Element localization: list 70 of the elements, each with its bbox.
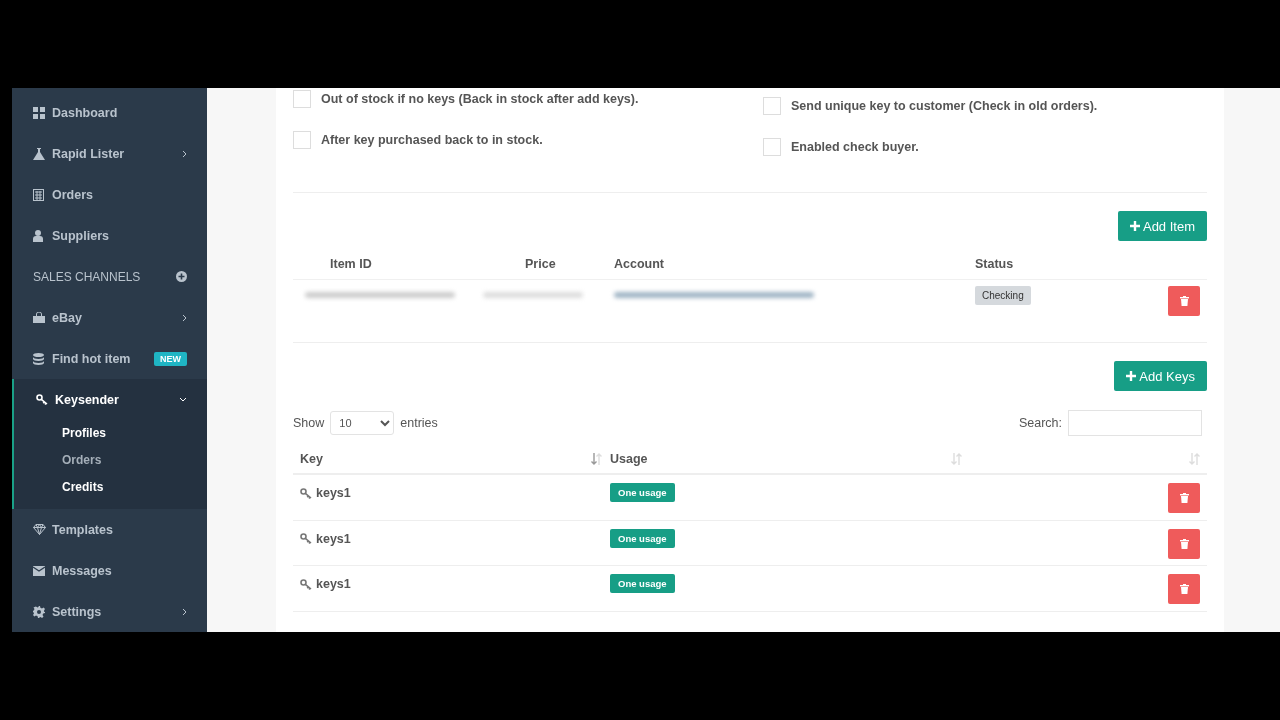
grid-icon — [33, 106, 45, 119]
delete-button[interactable] — [1168, 286, 1200, 316]
settings-icon — [33, 605, 45, 618]
submenu-item[interactable]: Orders — [14, 447, 207, 474]
checkbox[interactable] — [293, 131, 311, 149]
option-label: Send unique key to customer (Check in old orders). — [791, 98, 1098, 113]
usage-badge: One usage — [610, 574, 675, 593]
envelope-icon — [33, 565, 45, 576]
checkbox[interactable] — [293, 90, 311, 108]
entries-label: entries — [400, 416, 438, 430]
sidebar-item[interactable]: Dashboard — [12, 92, 207, 133]
sidebar-item[interactable]: Find hot item NEW — [12, 338, 207, 379]
sort-icon[interactable] — [591, 453, 602, 465]
key-icon — [300, 487, 312, 499]
delete-button[interactable] — [1168, 483, 1200, 513]
delete-button[interactable] — [1168, 528, 1200, 559]
key-icon — [300, 533, 312, 544]
delete-button[interactable] — [1168, 574, 1200, 604]
sort-icon[interactable] — [951, 453, 962, 465]
trash-icon — [1179, 493, 1189, 503]
sort-icon[interactable] — [1189, 453, 1200, 465]
plus-icon — [1126, 371, 1137, 381]
sidebar-item[interactable]: Orders — [12, 174, 207, 215]
column-header: Item ID — [329, 257, 373, 271]
database-icon — [33, 352, 44, 365]
checkbox[interactable] — [763, 138, 781, 156]
key-label: keys1 — [300, 528, 610, 546]
usage-badge: One usage — [610, 483, 675, 502]
key-icon — [36, 394, 48, 405]
flask-icon — [33, 147, 45, 160]
sidebar-item[interactable]: Rapid Lister — [12, 133, 207, 174]
option-label: Enabled check buyer. — [791, 139, 919, 154]
column-header: Price — [524, 257, 557, 271]
column-header[interactable]: Usage — [610, 452, 648, 466]
sidebar-item[interactable]: Messages — [12, 550, 207, 591]
sidebar-item[interactable]: Settings — [12, 591, 207, 632]
show-label: Show — [293, 416, 325, 430]
calculator-icon — [33, 188, 44, 201]
section-heading: SALES CHANNELS — [33, 269, 142, 284]
trash-icon — [1179, 538, 1189, 549]
column-header: Status — [975, 257, 1015, 271]
plus-circle-icon — [176, 271, 187, 282]
diamond-icon — [33, 524, 46, 535]
sidebar-item[interactable]: Keysender — [14, 379, 207, 420]
submenu-item[interactable]: Profiles — [14, 420, 207, 447]
trash-icon — [1179, 584, 1189, 594]
status-badge: Checking — [975, 286, 1031, 305]
sidebar-item[interactable]: Suppliers — [12, 215, 207, 256]
sidebar-item[interactable]: Templates — [12, 509, 207, 550]
submenu-item[interactable]: Credits — [14, 474, 207, 501]
checkbox[interactable] — [763, 97, 781, 115]
person-icon — [33, 229, 43, 242]
add-item-button[interactable]: Add Item — [1117, 211, 1207, 241]
search-label: Search: — [1018, 416, 1062, 430]
column-header[interactable]: Key — [300, 452, 323, 466]
add-keys-button[interactable]: Add Keys — [1114, 361, 1207, 391]
trash-icon — [1179, 296, 1189, 306]
new-badge: NEW — [154, 351, 187, 366]
key-icon — [300, 578, 312, 590]
page-size-select[interactable]: 10 — [330, 411, 395, 435]
option-label: Out of stock if no keys (Back in stock after add keys). — [321, 91, 639, 106]
usage-badge: One usage — [610, 528, 675, 548]
option-label: After key purchased back to in stock. — [321, 132, 543, 147]
column-header: Account — [614, 257, 665, 271]
plus-icon — [1129, 221, 1140, 231]
bag-icon — [33, 312, 45, 323]
key-label: keys1 — [300, 483, 610, 500]
sidebar-item[interactable]: eBay — [12, 297, 207, 338]
key-label: keys1 — [300, 574, 610, 591]
search-field[interactable] — [1068, 410, 1202, 436]
